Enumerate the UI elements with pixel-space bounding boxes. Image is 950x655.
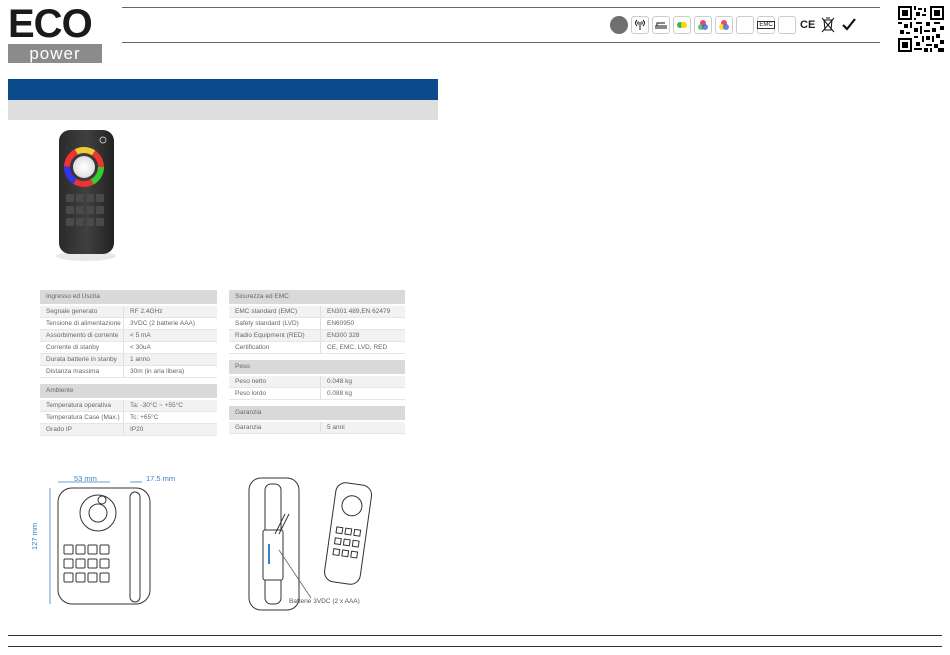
spec-rows: EMC standard (EMC) EN301 489,EN 62479 Safe… xyxy=(229,306,405,354)
spec-key: Assorbimento di corrente xyxy=(40,330,124,341)
spec-key: Segnale generato xyxy=(40,306,124,317)
footer-rule-bottom xyxy=(8,646,942,647)
spec-value: Tc: +65°C xyxy=(130,414,159,421)
spec-key: Peso netto xyxy=(229,376,321,387)
width-dimension-label: 53 mm xyxy=(74,474,97,483)
spec-key: Durata batterie in stanby xyxy=(40,354,124,365)
spec-table-right: Sicurezza ed EMC EMC standard (EMC) EN301 … xyxy=(229,290,405,434)
spec-value: 1 anno xyxy=(130,356,150,363)
spec-row: Distanza massima 30m (in aria libera) xyxy=(40,366,217,378)
spec-value: EN300 328 xyxy=(327,332,360,339)
spec-key: Garanzia xyxy=(229,422,321,433)
spec-row: Peso netto 0.048 kg xyxy=(229,376,405,388)
spec-value: IP20 xyxy=(130,426,144,433)
rgb-icon xyxy=(694,16,712,34)
dimension-drawing xyxy=(40,470,210,610)
spec-row: Tensione di alimentazione 3VDC (2 batteri… xyxy=(40,318,217,330)
spec-value: 30m (in aria libera) xyxy=(130,368,185,375)
wire-icon xyxy=(652,16,670,34)
spec-row: Certification CE, EMC, LVD, RED xyxy=(229,342,405,354)
spec-row: Safety standard (LVD) EN60950 xyxy=(229,318,405,330)
subtitle-band xyxy=(8,100,438,120)
spec-row: Durata batterie in stanby 1 anno xyxy=(40,354,217,366)
spec-value: 5 anni xyxy=(327,424,345,431)
rgbw-icon xyxy=(715,16,733,34)
qr-code xyxy=(898,6,944,52)
emc-label: EMC xyxy=(757,21,775,29)
spec-row: Garanzia 5 anni xyxy=(229,422,405,434)
spec-section-header: Garanzia xyxy=(229,406,405,420)
logo-eco-text: ECO xyxy=(8,2,93,46)
spec-rows: Peso netto 0.048 kg Peso lordo 0.088 kg xyxy=(229,376,405,400)
spec-row: Segnale generato RF 2.4GHz xyxy=(40,306,217,318)
spec-row: Temperatura Case (Max.) Tc: +65°C xyxy=(40,412,217,424)
blank-icon xyxy=(736,16,754,34)
spec-value: Ta: -30°C ~ +55°C xyxy=(130,402,183,409)
spec-value: RF 2.4GHz xyxy=(130,308,163,315)
title-band xyxy=(8,79,438,100)
spec-table-left: Ingresso ed Uscita Segnale generato RF 2.4… xyxy=(40,290,217,436)
battery-note: Batterie 3VDC (2 x AAA) xyxy=(289,598,360,605)
spec-value: < 30uA xyxy=(130,344,151,351)
spec-key: Corrente di stanby xyxy=(40,342,124,353)
spec-key: Grado IP xyxy=(40,424,124,435)
header-rule-top xyxy=(122,7,880,8)
spec-rows: Segnale generato RF 2.4GHz Tensione di ali… xyxy=(40,306,217,378)
spec-section-header: Sicurezza ed EMC xyxy=(229,290,405,304)
spec-value: EN60950 xyxy=(327,320,355,327)
header-rule-bottom xyxy=(122,42,880,43)
spec-key: Temperatura Case (Max.) xyxy=(40,412,124,423)
spec-row: Assorbimento di corrente < 5 mA xyxy=(40,330,217,342)
spec-row: Temperatura operativa Ta: -30°C ~ +55°C xyxy=(40,400,217,412)
blank-icon xyxy=(778,16,796,34)
spec-row: EMC standard (EMC) EN301 489,EN 62479 xyxy=(229,306,405,318)
spec-section-header: Ingresso ed Uscita xyxy=(40,290,217,304)
spec-value: CE, EMC, LVD, RED xyxy=(327,344,388,351)
spec-row: Grado IP IP20 xyxy=(40,424,217,436)
color-dot-icon xyxy=(673,16,691,34)
spec-key: Distanza massima xyxy=(40,366,124,377)
logo-power-text: power xyxy=(8,44,102,63)
spec-key: Tensione di alimentazione xyxy=(40,318,124,329)
height-dimension-label: 127 mm xyxy=(30,522,39,550)
rohs-icon xyxy=(840,16,859,34)
ecopower-logo: ECO power xyxy=(8,2,102,63)
battery-drawing xyxy=(245,474,395,614)
spec-key: Temperatura operativa xyxy=(40,400,124,411)
spec-value: 0.048 kg xyxy=(327,378,352,385)
spec-rows: Garanzia 5 anni xyxy=(229,422,405,434)
ce-mark-icon: CE xyxy=(799,16,817,34)
spec-row: Peso lordo 0.088 kg xyxy=(229,388,405,400)
weee-bin-icon xyxy=(819,16,838,34)
spec-key: Certification xyxy=(229,342,321,353)
spec-value: 3VDC (2 batterie AAA) xyxy=(130,320,196,327)
spec-value: 0.088 kg xyxy=(327,390,352,397)
spec-section-header: Peso xyxy=(229,360,405,374)
emc-icon: EMC xyxy=(757,16,775,34)
circle-icon xyxy=(610,16,628,34)
spec-row: Radio Equipment (RED) EN300 328 xyxy=(229,330,405,342)
depth-dimension-label: 17.5 mm xyxy=(146,474,176,483)
product-photo xyxy=(32,124,140,266)
spec-key: EMC standard (EMC) xyxy=(229,306,321,317)
spec-key: Peso lordo xyxy=(229,388,321,399)
spec-key: Safety standard (LVD) xyxy=(229,318,321,329)
spec-value: EN301 489,EN 62479 xyxy=(327,308,391,315)
spec-rows: Temperatura operativa Ta: -30°C ~ +55°C Te… xyxy=(40,400,217,436)
certification-icons: EMC CE xyxy=(610,15,859,35)
spec-key: Radio Equipment (RED) xyxy=(229,330,321,341)
spec-row: Corrente di stanby < 30uA xyxy=(40,342,217,354)
spec-section-header: Ambiente xyxy=(40,384,217,398)
spec-value: < 5 mA xyxy=(130,332,151,339)
footer-rule-top xyxy=(8,635,942,636)
antenna-icon xyxy=(631,16,649,34)
